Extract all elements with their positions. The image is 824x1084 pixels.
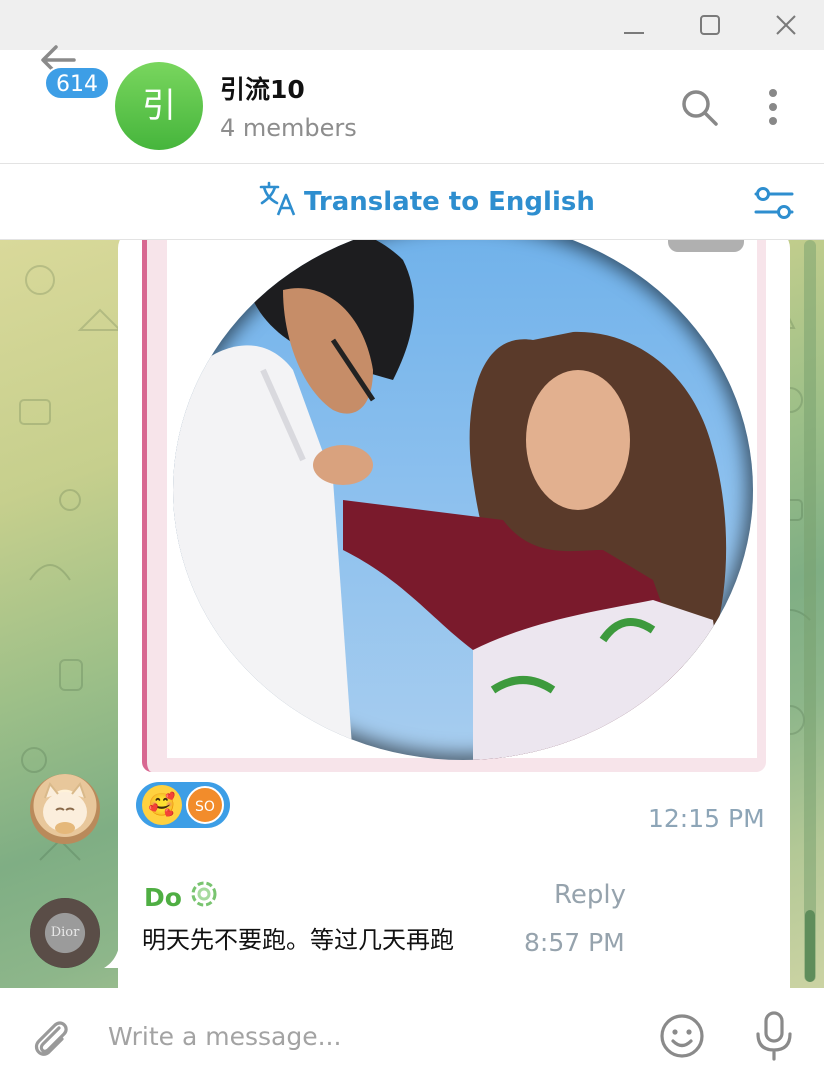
media-badge (668, 240, 744, 252)
photo-frame (142, 240, 766, 772)
maximize-icon[interactable] (680, 0, 740, 50)
sender-avatar[interactable]: Dior (30, 898, 100, 968)
search-icon[interactable] (676, 84, 722, 130)
chat-title[interactable]: 引流10 (220, 70, 305, 106)
window-titlebar (0, 0, 824, 50)
message-text: 明天先不要跑。等过几天再跑 (142, 926, 454, 954)
chat-avatar[interactable]: 引 (115, 62, 203, 150)
translate-label: Translate to English (304, 187, 595, 217)
message-input[interactable] (108, 1016, 628, 1056)
translate-bar: Translate to English (0, 165, 824, 240)
text-message-bubble[interactable]: Do Reply 明天先不要跑。等过几天再跑 8:57 PM (118, 860, 648, 968)
photo-inner (167, 240, 757, 760)
sender-name[interactable]: Do (144, 880, 218, 914)
message-time: 12:15 PM (648, 804, 765, 833)
more-vertical-icon[interactable] (750, 84, 796, 130)
translate-icon (258, 181, 298, 224)
minimize-icon[interactable] (604, 0, 664, 50)
reactions-pill[interactable]: 🥰 SO (136, 782, 230, 828)
avatar-logo-text: Dior (50, 925, 80, 940)
message-time: 8:57 PM (524, 928, 625, 957)
message-composer (0, 988, 824, 1084)
scrollbar-thumb[interactable] (805, 910, 815, 982)
translate-settings-icon[interactable] (752, 183, 796, 223)
microphone-icon[interactable] (752, 1010, 796, 1062)
reply-button[interactable]: Reply (554, 880, 626, 910)
unread-count-badge: 614 (44, 66, 110, 100)
translate-button[interactable]: Translate to English (258, 181, 595, 224)
chat-history[interactable]: 🥰 SO 12:15 PM Do Reply 明天先不要跑。等过几天再跑 8:5… (0, 240, 824, 988)
sender-avatar[interactable] (30, 774, 100, 844)
reaction-emoji[interactable]: 🥰 (142, 785, 182, 825)
smiley-icon[interactable] (658, 1012, 706, 1060)
paperclip-icon[interactable] (28, 1014, 74, 1060)
close-icon[interactable] (756, 0, 816, 50)
couple-photo[interactable] (173, 240, 753, 760)
scrollbar-track[interactable] (804, 240, 816, 982)
members-count[interactable]: 4 members (220, 114, 357, 142)
sender-status-icon (190, 880, 218, 914)
reactor-avatar: SO (186, 786, 224, 824)
